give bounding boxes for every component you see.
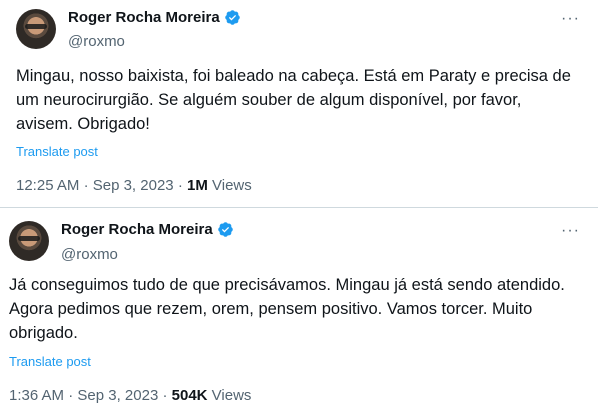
views-label: Views bbox=[212, 177, 252, 194]
tweet-meta: 1:36 AM · Sep 3, 2023 · 504K Views bbox=[9, 387, 251, 404]
verified-badge-icon bbox=[224, 9, 241, 26]
views-count: 1M bbox=[186, 177, 208, 194]
tweet-meta: 12:25 AM · Sep 3, 2023 · 1M Views bbox=[16, 177, 252, 194]
views-count: 504K bbox=[171, 387, 208, 404]
more-options-icon[interactable]: ··· bbox=[561, 10, 580, 28]
tweet-date[interactable]: Sep 3, 2023 bbox=[77, 387, 158, 404]
author-row: Roger Rocha Moreira bbox=[61, 221, 234, 238]
author-name[interactable]: Roger Rocha Moreira bbox=[68, 9, 220, 26]
avatar[interactable] bbox=[9, 221, 49, 261]
verified-badge-icon bbox=[217, 221, 234, 238]
meta-separator: · bbox=[83, 177, 89, 194]
tweet-date[interactable]: Sep 3, 2023 bbox=[93, 177, 174, 194]
tweet-time[interactable]: 12:25 AM bbox=[16, 177, 79, 194]
tweet-card[interactable]: Roger Rocha Moreira @roxmo ··· Mingau, n… bbox=[0, 0, 598, 208]
avatar[interactable] bbox=[16, 9, 56, 49]
more-options-icon[interactable]: ··· bbox=[561, 222, 580, 240]
translate-post-link[interactable]: Translate post bbox=[9, 354, 91, 369]
translate-post-link[interactable]: Translate post bbox=[16, 144, 98, 159]
views-label: Views bbox=[211, 387, 252, 404]
tweet-text: Mingau, nosso baixista, foi baleado na c… bbox=[16, 67, 576, 133]
author-handle[interactable]: @roxmo bbox=[68, 33, 125, 50]
meta-separator: · bbox=[162, 387, 168, 404]
author-row: Roger Rocha Moreira bbox=[68, 9, 241, 26]
tweet-time[interactable]: 1:36 AM bbox=[9, 387, 64, 404]
author-name[interactable]: Roger Rocha Moreira bbox=[61, 221, 213, 238]
meta-separator: · bbox=[68, 387, 74, 404]
author-handle[interactable]: @roxmo bbox=[61, 246, 118, 263]
tweet-card[interactable]: Roger Rocha Moreira @roxmo ··· Já conseg… bbox=[0, 208, 598, 420]
meta-separator: · bbox=[177, 177, 183, 194]
tweet-text: Já conseguimos tudo de que precisávamos.… bbox=[9, 276, 569, 342]
